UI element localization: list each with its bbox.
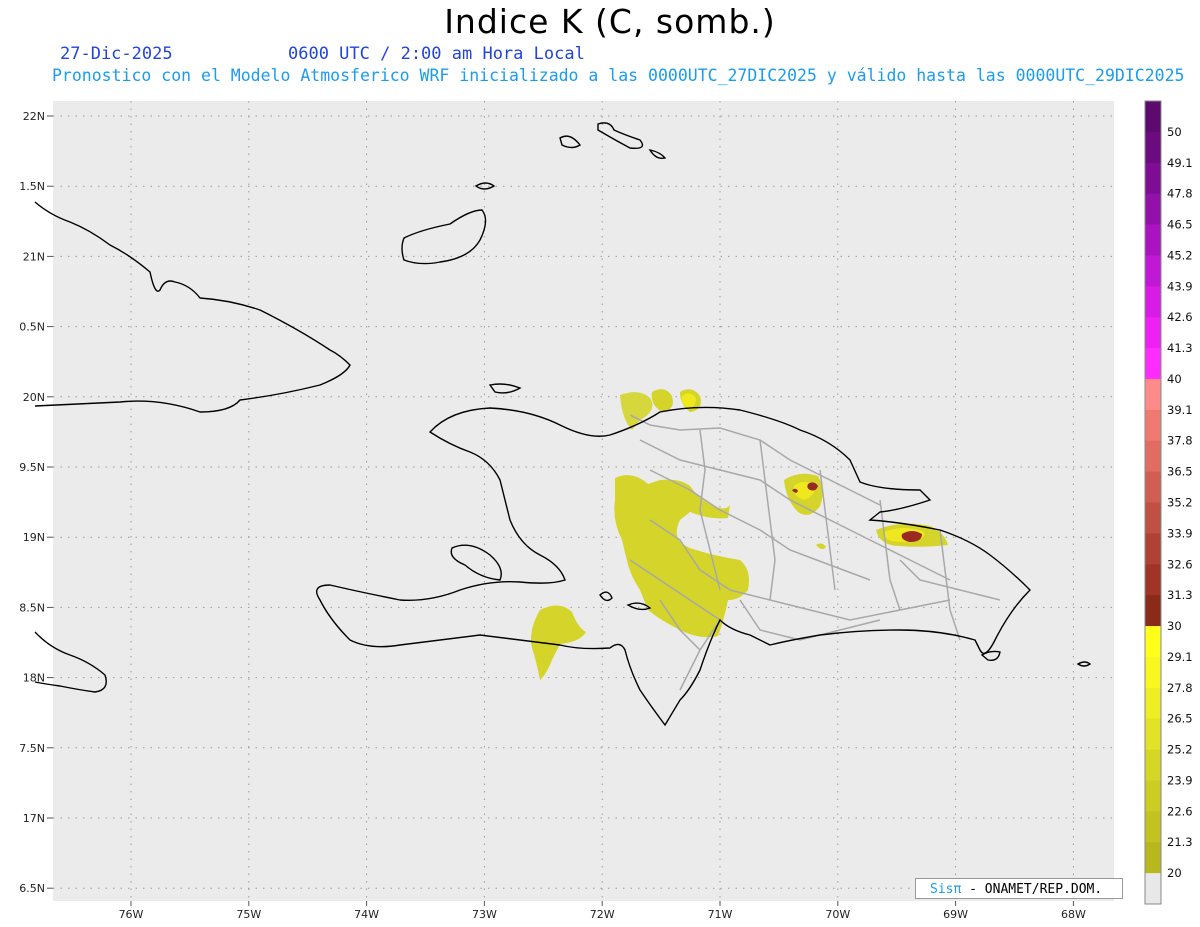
colorbar-swatch xyxy=(1145,842,1161,874)
lat-label: 17N xyxy=(23,812,45,825)
latitude-labels: 22N 1.5N 21N 0.5N 20N 9.5N 19N 8.5N 18N 7.5N 17N 6.… xyxy=(19,110,53,895)
colorbar-swatch xyxy=(1145,471,1161,503)
lon-label: 75W xyxy=(236,908,261,921)
colorbar-swatch xyxy=(1145,348,1161,380)
colorbar-label: 46.5 xyxy=(1167,218,1193,232)
lat-label: 22N xyxy=(23,110,45,123)
colorbar-swatch xyxy=(1145,718,1161,751)
lat-label: 7.5N xyxy=(19,742,45,755)
colorbar-swatch xyxy=(1145,224,1161,256)
colorbar-swatch xyxy=(1145,595,1161,627)
lat-label: 19N xyxy=(23,531,45,544)
credit-text: - ONAMET/REP.DOM. xyxy=(961,882,1103,897)
lon-label: 68W xyxy=(1061,908,1086,921)
colorbar-label: 21.3 xyxy=(1167,835,1193,849)
longitude-labels: 76W 75W 74W 73W 72W 71W 70W 69W 68W xyxy=(119,901,1086,921)
colorbar: 50 49.1 47.8 46.5 45.2 43.9 42.6 41.3 40 39.1 37.8… xyxy=(1144,100,1193,905)
colorbar-swatch xyxy=(1145,626,1161,658)
colorbar-label: 35.2 xyxy=(1167,496,1193,510)
colorbar-label: 42.6 xyxy=(1167,310,1193,324)
lat-label: 0.5N xyxy=(19,321,45,334)
colorbar-swatch xyxy=(1145,162,1161,195)
credit-box: Sisπ - ONAMET/REP.DOM. xyxy=(915,878,1123,899)
colorbar-label: 29.1 xyxy=(1167,650,1193,664)
lat-label: 20N xyxy=(23,391,45,404)
colorbar-label: 27.8 xyxy=(1167,681,1193,695)
lon-label: 74W xyxy=(354,908,379,921)
lat-label: 1.5N xyxy=(19,180,45,193)
colorbar-label: 33.9 xyxy=(1167,526,1193,540)
colorbar-label: 40 xyxy=(1167,372,1182,386)
colorbar-swatch xyxy=(1145,317,1161,349)
lon-label: 71W xyxy=(708,908,733,921)
colorbar-label: 30 xyxy=(1167,619,1182,633)
map-figure: 22N 1.5N 21N 0.5N 20N 9.5N 19N 8.5N 18N 7.5N 17N 6.… xyxy=(19,100,1193,921)
colorbar-swatch xyxy=(1145,749,1161,781)
colorbar-swatch xyxy=(1145,440,1161,473)
colorbar-swatch xyxy=(1145,409,1161,442)
colorbar-label: 25.2 xyxy=(1167,743,1193,757)
lat-label: 21N xyxy=(23,250,45,263)
colorbar-label: 31.3 xyxy=(1167,588,1193,602)
colorbar-swatch xyxy=(1145,131,1161,164)
colorbar-swatch xyxy=(1145,780,1161,812)
colorbar-label: 32.6 xyxy=(1167,557,1193,571)
colorbar-label: 47.8 xyxy=(1167,187,1193,201)
colorbar-label: 39.1 xyxy=(1167,403,1193,417)
colorbar-label: 22.6 xyxy=(1167,804,1193,818)
colorbar-swatch xyxy=(1145,873,1161,905)
colorbar-swatch xyxy=(1145,811,1161,843)
lat-label: 18N xyxy=(23,672,45,685)
colorbar-swatch xyxy=(1145,533,1161,565)
lat-label: 6.5N xyxy=(19,882,45,895)
lat-label: 8.5N xyxy=(19,601,45,614)
colorbar-label: 36.5 xyxy=(1167,465,1193,479)
lon-label: 72W xyxy=(590,908,615,921)
colorbar-swatch xyxy=(1145,564,1161,596)
lon-label: 70W xyxy=(825,908,850,921)
colorbar-label: 37.8 xyxy=(1167,434,1193,448)
colorbar-label: 26.5 xyxy=(1167,712,1193,726)
colorbar-swatch xyxy=(1145,101,1161,133)
colorbar-swatch xyxy=(1145,502,1161,534)
colorbar-label: 41.3 xyxy=(1167,341,1193,355)
colorbar-label: 23.9 xyxy=(1167,773,1193,787)
lon-label: 76W xyxy=(119,908,144,921)
map-panel xyxy=(53,101,1114,901)
lon-label: 73W xyxy=(472,908,497,921)
colorbar-label: 43.9 xyxy=(1167,279,1193,293)
colorbar-swatch xyxy=(1145,286,1161,318)
colorbar-swatch xyxy=(1145,656,1161,689)
colorbar-swatch xyxy=(1145,378,1161,411)
colorbar-label: 49.1 xyxy=(1167,156,1193,170)
colorbar-swatch xyxy=(1145,193,1161,226)
colorbar-label: 20 xyxy=(1167,866,1182,880)
colorbar-swatch xyxy=(1145,255,1161,287)
colorbar-label: 50 xyxy=(1167,125,1182,139)
credit-brand: Sisπ xyxy=(930,882,962,897)
colorbar-label: 45.2 xyxy=(1167,248,1193,262)
lat-label: 9.5N xyxy=(19,461,45,474)
colorbar-swatch xyxy=(1145,687,1161,720)
lon-label: 69W xyxy=(943,908,968,921)
